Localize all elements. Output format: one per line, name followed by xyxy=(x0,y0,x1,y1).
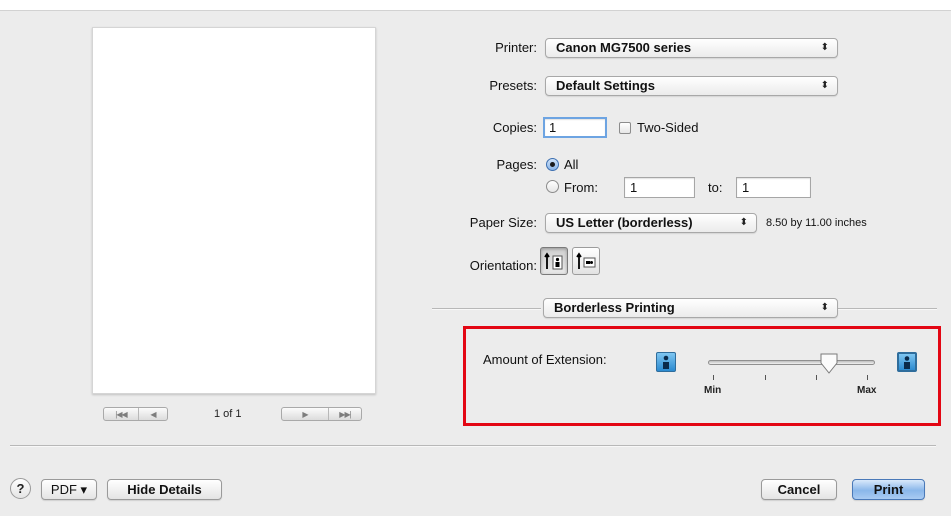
presets-popup[interactable]: Default Settings ⬍ xyxy=(545,76,838,96)
copies-field[interactable]: 1 xyxy=(543,117,607,138)
highlight-box xyxy=(463,326,941,426)
section-divider-right xyxy=(838,308,937,310)
paper-size-value: US Letter (borderless) xyxy=(556,215,693,230)
section-divider-left xyxy=(432,308,541,310)
portrait-orientation-button[interactable] xyxy=(540,247,568,275)
orientation-label: Orientation: xyxy=(469,258,537,273)
popup-arrows-icon: ⬍ xyxy=(820,42,829,53)
pages-from-radio[interactable] xyxy=(546,180,559,193)
page-indicator: 1 of 1 xyxy=(214,408,242,420)
presets-label: Presets: xyxy=(489,78,537,93)
pages-to-field[interactable]: 1 xyxy=(736,177,811,198)
preview-nav-back: |◀◀ ◀ xyxy=(103,407,168,421)
section-value: Borderless Printing xyxy=(554,300,675,315)
popup-arrows-icon: ⬍ xyxy=(739,217,748,228)
first-page-button[interactable]: |◀◀ xyxy=(104,410,138,419)
pages-to-label: to: xyxy=(708,180,723,195)
max-extension-icon xyxy=(897,352,917,372)
slider-tick xyxy=(713,375,714,380)
pages-all-label: All xyxy=(564,157,579,172)
slider-tick xyxy=(816,375,817,380)
pages-from-field[interactable]: 1 xyxy=(624,177,695,198)
next-page-button[interactable]: ▶ xyxy=(282,410,328,419)
footer-divider xyxy=(10,445,936,447)
landscape-icon xyxy=(576,252,596,269)
last-page-button[interactable]: ▶▶| xyxy=(329,410,361,419)
landscape-orientation-button[interactable] xyxy=(572,247,600,275)
preview-forward-buttons: ▶ ▶▶| xyxy=(281,407,362,421)
extension-slider[interactable] xyxy=(708,360,875,365)
extension-slider-thumb[interactable] xyxy=(819,353,839,378)
previous-page-button[interactable]: ◀ xyxy=(139,410,167,419)
slider-tick xyxy=(867,375,868,380)
hide-details-button[interactable]: Hide Details xyxy=(107,479,222,500)
paper-size-label: Paper Size: xyxy=(469,215,537,230)
slider-max-label: Max xyxy=(857,385,877,396)
popup-arrows-icon: ⬍ xyxy=(820,80,829,91)
printer-label: Printer: xyxy=(495,40,537,55)
cancel-button[interactable]: Cancel xyxy=(761,479,837,500)
pdf-menu-button[interactable]: PDF ▾ xyxy=(41,479,97,500)
portrait-icon xyxy=(544,252,563,270)
pages-label: Pages: xyxy=(496,157,537,172)
print-button[interactable]: Print xyxy=(852,479,925,500)
two-sided-checkbox[interactable] xyxy=(619,122,631,134)
help-button[interactable]: ? xyxy=(10,478,31,499)
two-sided-label: Two-Sided xyxy=(637,120,699,135)
popup-arrows-icon: ⬍ xyxy=(820,302,829,313)
paper-dimensions: 8.50 by 11.00 inches xyxy=(766,217,867,229)
slider-min-label: Min xyxy=(704,385,722,396)
pages-from-label: From: xyxy=(564,180,598,195)
preview-back-buttons: |◀◀ ◀ xyxy=(103,407,168,421)
preview-nav-forward: ▶ ▶▶| xyxy=(281,407,362,421)
printer-popup[interactable]: Canon MG7500 series ⬍ xyxy=(545,38,838,58)
printer-value: Canon MG7500 series xyxy=(556,40,692,55)
presets-value: Default Settings xyxy=(556,78,655,93)
page-preview xyxy=(92,27,376,394)
section-popup[interactable]: Borderless Printing ⬍ xyxy=(543,298,838,318)
copies-label: Copies: xyxy=(492,120,537,135)
extension-label: Amount of Extension: xyxy=(483,352,607,367)
paper-size-popup[interactable]: US Letter (borderless) ⬍ xyxy=(545,213,757,233)
pages-all-radio[interactable] xyxy=(546,158,559,171)
min-extension-icon xyxy=(656,352,676,372)
slider-tick xyxy=(765,375,766,380)
